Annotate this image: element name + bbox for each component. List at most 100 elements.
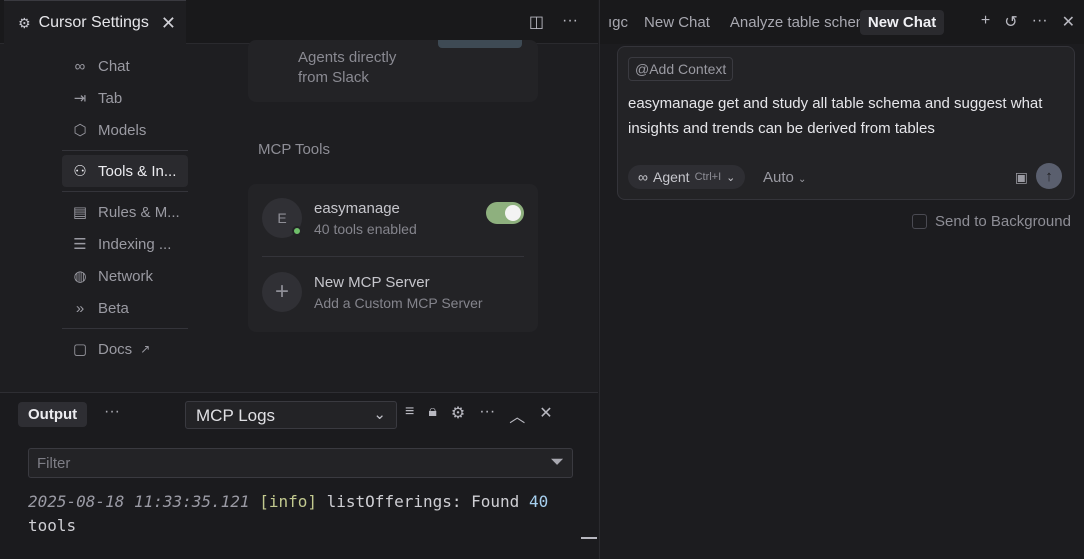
panel-actions: ≡ 🔒︎ ⚙ ··· ︿ ✕ bbox=[405, 403, 553, 427]
slack-connect-button[interactable] bbox=[438, 40, 522, 48]
settings-sidebar: ∞ Chat ⇥ Tab ⬡ Models ⚇ Tools & In... ▤ … bbox=[62, 50, 188, 365]
chevron-down-icon: ⌄ bbox=[373, 406, 386, 423]
editor-tab-bar: ⚙ Cursor Settings ✕ ◫ ··· bbox=[0, 0, 598, 45]
tools-icon: ⚇ bbox=[73, 163, 87, 180]
new-server-subtitle: Add a Custom MCP Server bbox=[314, 294, 483, 311]
chat-tab-bar: ıgc New Chat Analyze table schem New Cha… bbox=[600, 0, 1084, 44]
tab-analyze-table-schema[interactable]: Analyze table schem bbox=[720, 14, 860, 31]
sidebar-item-label: Docs bbox=[98, 340, 133, 358]
status-dot bbox=[292, 226, 302, 236]
infinity-icon: ∞ bbox=[74, 57, 86, 75]
tab-truncated[interactable]: ıgc bbox=[600, 14, 634, 31]
more-actions-icon[interactable]: ··· bbox=[562, 12, 578, 32]
sidebar-item-tab[interactable]: ⇥ Tab bbox=[62, 82, 188, 114]
arrow-right-tab-icon: ⇥ bbox=[73, 90, 87, 107]
panel-more-icon[interactable]: ··· bbox=[104, 403, 120, 421]
editor-actions: ◫ ··· bbox=[529, 12, 578, 32]
tab-new-chat-active[interactable]: New Chat bbox=[859, 9, 945, 35]
gear-icon[interactable]: ⚙ bbox=[451, 403, 465, 427]
chat-pane: ıgc New Chat Analyze table schem New Cha… bbox=[599, 0, 1084, 559]
log-message: listOfferings: Found bbox=[326, 492, 520, 511]
sidebar-item-label: Tools & In... bbox=[98, 162, 177, 180]
image-icon[interactable]: ▣ bbox=[1015, 169, 1028, 186]
sidebar-item-network[interactable]: ◍ Network bbox=[62, 260, 188, 292]
mcp-server-row[interactable]: E easymanage 40 tools enabled bbox=[262, 198, 524, 238]
log-source-select[interactable]: MCP Logs ⌄ bbox=[185, 401, 397, 429]
close-icon[interactable]: ✕ bbox=[539, 403, 552, 427]
editor-tab-label: Cursor Settings bbox=[38, 14, 149, 31]
external-link-icon: ↗ bbox=[140, 342, 151, 356]
chevron-down-icon: ⌄ bbox=[726, 171, 736, 184]
send-to-background-option[interactable]: Send to Background bbox=[912, 213, 1071, 230]
server-enabled-toggle[interactable] bbox=[486, 202, 524, 224]
filter-input[interactable]: Filter ⏷ bbox=[28, 448, 573, 478]
settings-editor-pane: ⚙ Cursor Settings ✕ ◫ ··· ∞ Chat ⇥ Tab ⬡… bbox=[0, 0, 598, 559]
tab-new-chat[interactable]: New Chat bbox=[634, 14, 720, 31]
close-icon[interactable]: ✕ bbox=[1062, 12, 1075, 32]
cube-icon: ⬡ bbox=[73, 122, 87, 139]
server-tools-count: 40 tools enabled bbox=[314, 220, 417, 237]
sidebar-item-rules[interactable]: ▤ Rules & M... bbox=[62, 196, 188, 228]
infinity-icon: ∞ bbox=[638, 169, 648, 185]
log-level: [info] bbox=[259, 492, 317, 511]
log-count: 40 bbox=[528, 492, 549, 511]
output-panel: Output ··· MCP Logs ⌄ ≡ 🔒︎ ⚙ ··· ︿ ✕ Fil… bbox=[0, 392, 598, 559]
nav-divider bbox=[62, 191, 188, 192]
cursor-settings-tab[interactable]: ⚙ Cursor Settings ✕ bbox=[4, 0, 186, 45]
split-editor-icon[interactable]: ◫ bbox=[529, 12, 544, 32]
log-entry: 2025-08-18 11:33:35.121 [info] listOffer… bbox=[28, 490, 568, 538]
new-server-title: New MCP Server bbox=[314, 273, 430, 291]
server-avatar: E bbox=[262, 198, 302, 238]
slack-card-text: Agents directly from Slack bbox=[298, 49, 397, 86]
filter-icon[interactable]: ⏷ bbox=[550, 452, 564, 472]
sidebar-item-indexing[interactable]: ☰ Indexing ... bbox=[62, 228, 188, 260]
tab-output[interactable]: Output bbox=[18, 402, 88, 427]
sidebar-item-label: Indexing ... bbox=[98, 235, 172, 253]
sidebar-item-label: Chat bbox=[98, 57, 130, 75]
book-icon: ▢ bbox=[72, 341, 88, 358]
history-icon[interactable]: ↺ bbox=[1004, 12, 1017, 32]
row-divider bbox=[262, 256, 524, 257]
more-icon[interactable]: ··· bbox=[479, 403, 495, 427]
chat-actions: + ↺ ··· ✕ bbox=[974, 12, 1075, 32]
sidebar-item-label: Network bbox=[98, 267, 154, 285]
chat-composer: @Add Context easymanage get and study al… bbox=[617, 46, 1075, 200]
send-button[interactable]: ↑ bbox=[1036, 163, 1062, 189]
prompt-input[interactable]: easymanage get and study all table schem… bbox=[628, 91, 1058, 141]
sidebar-item-models[interactable]: ⬡ Models bbox=[62, 114, 188, 146]
sidebar-item-label: Beta bbox=[98, 299, 129, 317]
sidebar-item-chat[interactable]: ∞ Chat bbox=[62, 50, 188, 82]
send-to-background-checkbox[interactable] bbox=[912, 214, 927, 229]
plus-icon[interactable]: + bbox=[981, 12, 990, 32]
mcp-tools-heading: MCP Tools bbox=[258, 141, 330, 158]
agent-mode-select[interactable]: ∞ Agent Ctrl+I ⌄ bbox=[628, 165, 746, 189]
log-tail: tools bbox=[28, 516, 77, 535]
server-name: easymanage bbox=[314, 199, 400, 217]
clear-output-icon[interactable]: ≡ bbox=[405, 403, 414, 427]
sidebar-item-tools-integrations[interactable]: ⚇ Tools & In... bbox=[62, 155, 188, 187]
nav-divider bbox=[62, 328, 188, 329]
more-icon[interactable]: ··· bbox=[1032, 12, 1048, 32]
arrow-up-icon: ↑ bbox=[1045, 167, 1053, 185]
nav-divider bbox=[62, 150, 188, 151]
sidebar-item-label: Models bbox=[98, 121, 147, 139]
new-mcp-server-row[interactable]: + New MCP Server Add a Custom MCP Server bbox=[262, 272, 524, 312]
at-icon: @ bbox=[635, 61, 650, 77]
chevron-up-icon[interactable]: ︿ bbox=[509, 403, 525, 427]
chevron-down-icon: ⌄ bbox=[798, 174, 807, 185]
slack-agents-card: Agents directly from Slack bbox=[248, 40, 538, 102]
clipboard-icon: ▤ bbox=[72, 204, 88, 221]
send-to-background-label: Send to Background bbox=[935, 213, 1071, 230]
add-context-button[interactable]: @Add Context bbox=[628, 57, 734, 81]
model-select[interactable]: Auto ⌄ bbox=[763, 169, 806, 186]
close-icon[interactable]: ✕ bbox=[161, 13, 176, 34]
lock-icon[interactable]: 🔒︎ bbox=[428, 403, 437, 427]
panel-resize-handle[interactable] bbox=[581, 537, 597, 539]
sidebar-item-label: Rules & M... bbox=[98, 203, 180, 221]
sidebar-item-docs[interactable]: ▢ Docs ↗ bbox=[62, 333, 188, 365]
sidebar-item-beta[interactable]: » Beta bbox=[62, 292, 188, 324]
log-timestamp: 2025-08-18 11:33:35.121 bbox=[28, 492, 250, 511]
database-icon: ☰ bbox=[73, 236, 87, 253]
shortcut-hint: Ctrl+I bbox=[694, 171, 722, 183]
sidebar-item-label: Tab bbox=[98, 89, 123, 107]
